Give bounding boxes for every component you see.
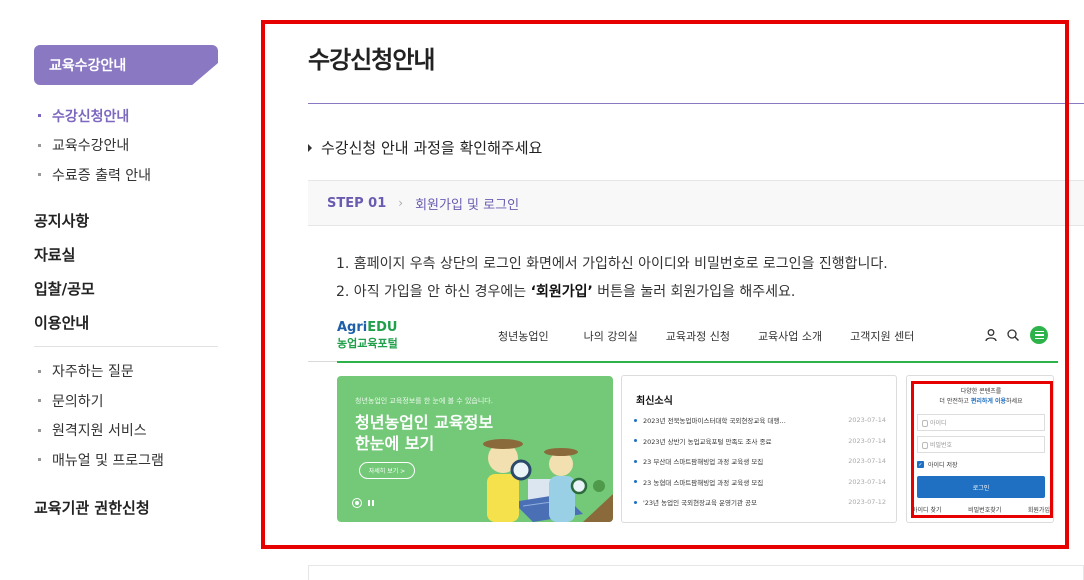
bullet-icon	[38, 369, 41, 373]
step-bar: STEP 01 › 회원가입 및 로그인	[308, 180, 1084, 226]
news-item: 2023년 상반기 농업교육포털 만족도 조사 종료 2023-07-14	[634, 431, 886, 452]
sidebar-item-course-attend-guide[interactable]: 교육수강안내	[38, 131, 218, 161]
page-title: 수강신청안내	[308, 46, 435, 74]
sidebar-item-institution-auth[interactable]: 교육기관 권한신청	[34, 497, 218, 518]
portal-nav: 청년농업인 나의 강의실 교육과정 신청 교육사업 소개 고객지원 센터	[498, 328, 914, 344]
sidebar-item-bid[interactable]: 입찰/공모	[34, 272, 218, 306]
portal-header: AgriEDU 농업교육포털 청년농업인 나의 강의실 교육과정 신청 교육사업…	[308, 310, 1058, 362]
step-title: 회원가입 및 로그인	[415, 197, 520, 213]
news-item: '23년 농업인 국외현장교육 운영기관 공모 2023-07-12	[634, 492, 886, 513]
sidebar-item-inquiry[interactable]: 문의하기	[38, 386, 218, 416]
search-icon	[1007, 329, 1020, 342]
portal-news-box: 최신소식 2023년 전북농업마이스터대학 국외현장교육 대행… 2023-07-…	[621, 375, 897, 523]
bullet-icon	[38, 173, 41, 177]
sidebar: 교육수강안내 수강신청안내 교육수강안내 수료증 출력 안내 공지사항 자료실 …	[34, 45, 218, 518]
news-item: 2023년 전북농업마이스터대학 국외현장교육 대행… 2023-07-14	[634, 410, 886, 431]
slide-dot-icon	[352, 498, 362, 508]
banner-controls	[352, 498, 374, 508]
sidebar-sub-list-usage: 자주하는 질문 문의하기 원격지원 서비스 매뉴얼 및 프로그램	[34, 357, 218, 475]
portal-nav-course-apply: 교육과정 신청	[665, 330, 730, 343]
step-description: 1. 홈페이지 우측 상단의 로그인 화면에서 가입하신 아이디와 비밀번호로 …	[336, 250, 888, 306]
title-divider	[308, 103, 1084, 104]
bullet-icon	[38, 428, 41, 432]
news-item: 23 농협대 스마트팜해빙업 과정 교육생 모집 2023-07-14	[634, 472, 886, 493]
pause-icon	[368, 500, 374, 506]
sidebar-sub-list: 수강신청안내 교육수강안내 수료증 출력 안내	[34, 101, 218, 190]
chevron-right-icon: ›	[398, 196, 404, 210]
user-icon	[985, 329, 997, 342]
triangle-bullet-icon	[308, 143, 312, 152]
description-line-1: 1. 홈페이지 우측 상단의 로그인 화면에서 가입하신 아이디와 비밀번호로 …	[336, 256, 888, 272]
portal-banner: 청년농업인 교육정보를 한 눈에 볼 수 있습니다. 청년농업인 교육정보 한눈에…	[337, 376, 613, 522]
bullet-icon	[634, 439, 637, 443]
next-step-box	[308, 565, 1084, 580]
login-highlight-box	[911, 381, 1053, 518]
bullet-icon	[38, 143, 41, 147]
farmers-illustration	[483, 439, 613, 522]
description-line-2: 2. 아직 가입을 안 하신 경우에는 ‘회원가입’ 버튼을 눌러 회원가입을 …	[336, 284, 796, 300]
bullet-icon	[634, 459, 637, 463]
bullet-icon	[634, 480, 637, 484]
sidebar-item-manual[interactable]: 매뉴얼 및 프로그램	[38, 445, 218, 475]
portal-nav-youth-farmer: 청년농업인	[498, 330, 549, 343]
news-list: 2023년 전북농업마이스터대학 국외현장교육 대행… 2023-07-14 20…	[634, 410, 886, 513]
portal-logo: AgriEDU 농업교육포털	[337, 320, 398, 350]
sidebar-header[interactable]: 교육수강안내	[34, 45, 218, 85]
portal-nav-program-intro: 교육사업 소개	[757, 330, 823, 343]
hamburger-menu-icon	[1030, 326, 1048, 344]
sidebar-item-course-apply-guide[interactable]: 수강신청안내	[38, 101, 218, 131]
portal-nav-my-classroom: 나의 강의실	[583, 330, 638, 343]
bullet-icon	[634, 418, 637, 422]
sidebar-menu: 공지사항 자료실 입찰/공모 이용안내	[34, 204, 218, 340]
guide-text: 수강신청 안내 과정을 확인해주세요	[308, 137, 542, 158]
sidebar-item-notice[interactable]: 공지사항	[34, 204, 218, 238]
sidebar-item-certificate-guide[interactable]: 수료증 출력 안내	[38, 160, 218, 190]
bullet-icon	[634, 500, 637, 504]
portal-header-line	[337, 361, 1058, 363]
bullet-icon	[38, 399, 41, 403]
sidebar-item-archive[interactable]: 자료실	[34, 238, 218, 272]
portal-screenshot: AgriEDU 농업교육포털 청년농업인 나의 강의실 교육과정 신청 교육사업…	[308, 310, 1084, 528]
news-item: 23 부산대 스마트팜해빙업 과정 교육생 모집 2023-07-14	[634, 451, 886, 472]
sidebar-item-faq[interactable]: 자주하는 질문	[38, 357, 218, 387]
portal-header-icons	[984, 326, 1048, 344]
bullet-icon	[38, 114, 41, 118]
sidebar-item-remote-support[interactable]: 원격지원 서비스	[38, 416, 218, 446]
bullet-icon	[38, 458, 41, 462]
sidebar-item-usage-guide[interactable]: 이용안내	[34, 306, 218, 340]
banner-more-button: 자세히 보기 >	[359, 462, 415, 479]
step-number: STEP 01	[327, 195, 387, 211]
portal-nav-customer-center: 고객지원 센터	[850, 330, 915, 343]
sidebar-divider	[34, 345, 218, 347]
news-title: 최신소식	[636, 396, 673, 407]
